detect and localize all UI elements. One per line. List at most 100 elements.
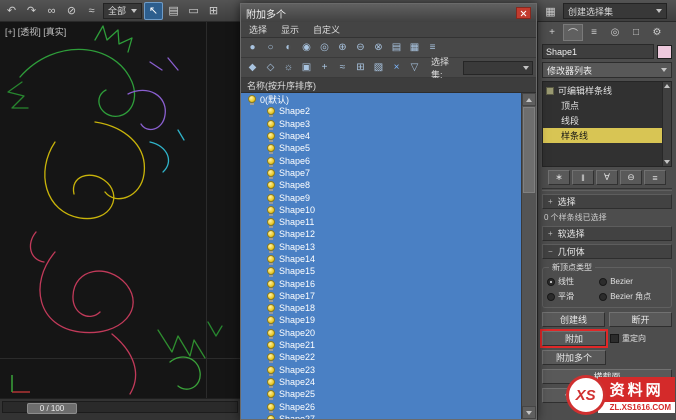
break-button[interactable]: 断开	[609, 312, 672, 327]
list-item[interactable]: Shape21	[241, 339, 521, 352]
rectangular-selection-region-icon[interactable]: ▭	[184, 2, 203, 20]
unlink-selection-icon[interactable]: ⊘	[62, 2, 81, 20]
list-scrollbar[interactable]	[521, 93, 536, 419]
stack-subobject-item[interactable]: 样条线	[543, 128, 662, 143]
display-spacewarps-icon[interactable]: ≈	[334, 60, 351, 76]
undo-icon[interactable]: ↶	[2, 2, 21, 20]
radio-option[interactable]: 线性	[547, 276, 597, 287]
menu-item[interactable]: 显示	[281, 23, 299, 36]
list-item[interactable]: Shape23	[241, 364, 521, 376]
select-by-name-icon[interactable]: ▤	[164, 2, 183, 20]
list-item[interactable]: Shape10	[241, 204, 521, 216]
radio-option[interactable]: 平滑	[547, 291, 597, 302]
list-item[interactable]: Shape8	[241, 179, 521, 192]
list-item[interactable]: Shape13	[241, 241, 521, 253]
display-lights-icon[interactable]: ☼	[280, 60, 297, 76]
list-item[interactable]: Shape7	[241, 167, 521, 179]
list-item-root[interactable]: 0(默认)	[241, 93, 521, 106]
list-item[interactable]: Shape27	[241, 413, 521, 419]
select-children-icon[interactable]: ◉	[298, 40, 315, 56]
reorient-checkbox[interactable]: 重定向	[610, 333, 672, 344]
time-slider-track[interactable]: 0 / 100	[2, 401, 238, 414]
list-item[interactable]: Shape25	[241, 388, 521, 401]
display-cameras-icon[interactable]: ▣	[298, 60, 315, 76]
select-all-icon[interactable]: ●	[244, 40, 261, 56]
display-geometry-icon[interactable]: ◆	[244, 60, 261, 76]
bind-to-space-warp-icon[interactable]: ≈	[82, 2, 101, 20]
remove-modifier-button[interactable]: ⊖	[620, 170, 642, 185]
display-bones-icon[interactable]: ▧	[370, 60, 387, 76]
stack-item-editable-spline[interactable]: 可编辑样条线	[543, 83, 662, 98]
list-item[interactable]: Shape9	[241, 191, 521, 204]
modifier-list-dropdown[interactable]: 修改器列表	[542, 62, 672, 78]
object-color-swatch[interactable]	[657, 44, 672, 59]
find-icon[interactable]: ◎	[316, 40, 333, 56]
select-invert-icon[interactable]: ◐	[280, 40, 297, 56]
configure-modifier-sets-button[interactable]: ≡	[644, 170, 666, 185]
time-slider-handle[interactable]: 0 / 100	[27, 403, 77, 414]
perspective-viewport[interactable]: [+] [透视] [真实]	[0, 22, 240, 398]
create-line-button[interactable]: 创建线	[542, 312, 605, 327]
list-item[interactable]: Shape19	[241, 314, 521, 327]
menu-item[interactable]: 选择	[249, 23, 267, 36]
radio-option[interactable]: Bezier 角点	[599, 291, 667, 302]
pick-object-icon[interactable]: ⊗	[370, 40, 387, 56]
list-item[interactable]: Shape4	[241, 130, 521, 143]
close-icon[interactable]	[516, 7, 531, 19]
list-column-header[interactable]: 名称(按升序排序)	[241, 78, 536, 93]
select-and-link-icon[interactable]: ∞	[42, 2, 61, 20]
list-item[interactable]: Shape26	[241, 400, 521, 413]
list-item[interactable]: Shape2	[241, 105, 521, 118]
list-item[interactable]: Shape16	[241, 277, 521, 290]
window-crossing-icon[interactable]: ⊞	[204, 2, 223, 20]
collapse-all-icon[interactable]: ⊖	[352, 40, 369, 56]
rollout-geometry[interactable]: − 几何体	[542, 244, 672, 259]
list-item[interactable]: Shape15	[241, 265, 521, 278]
list-item[interactable]: Shape3	[241, 118, 521, 130]
grid-view-icon[interactable]: ▦	[406, 40, 423, 56]
display-shapes-icon[interactable]: ◇	[262, 60, 279, 76]
scroll-up-icon[interactable]	[522, 93, 536, 106]
scroll-up-icon[interactable]	[664, 84, 670, 88]
motion-tab[interactable]: ◎	[605, 24, 625, 41]
utilities-tab[interactable]: ⚙	[647, 24, 667, 41]
list-view-icon[interactable]: ▤	[388, 40, 405, 56]
expand-all-icon[interactable]: ⊕	[334, 40, 351, 56]
filter-combinations-icon[interactable]: ▽	[406, 60, 423, 76]
menu-item[interactable]: 自定义	[313, 23, 340, 36]
hierarchy-tab[interactable]: ≡	[584, 24, 604, 41]
list-item[interactable]: Shape24	[241, 376, 521, 388]
attach-button[interactable]: 附加	[540, 329, 608, 348]
list-item[interactable]: Shape20	[241, 327, 521, 339]
list-item[interactable]: Shape12	[241, 228, 521, 241]
stack-subobject-item[interactable]: 线段	[543, 113, 662, 128]
pin-stack-button[interactable]: ∗	[548, 170, 570, 185]
create-tab[interactable]: +	[542, 24, 562, 41]
list-item[interactable]: Shape6	[241, 154, 521, 167]
scroll-down-icon[interactable]	[664, 160, 670, 164]
display-groups-icon[interactable]: ⊞	[352, 60, 369, 76]
modify-tab[interactable]: ⌒	[563, 24, 583, 41]
scrollbar-thumb[interactable]	[523, 107, 535, 193]
list-item[interactable]: Shape5	[241, 142, 521, 155]
display-tab[interactable]: □	[626, 24, 646, 41]
named-selection-set-dropdown[interactable]: 创建选择集	[563, 3, 667, 19]
select-object-icon[interactable]: ↖	[144, 1, 164, 20]
named-selection-sets-icon[interactable]: ▦	[541, 2, 560, 20]
rollout-soft-selection[interactable]: + 软选择	[542, 226, 672, 241]
selection-set-dropdown[interactable]	[463, 60, 533, 75]
show-end-result-button[interactable]: ‖	[572, 170, 594, 185]
list-item[interactable]: Shape17	[241, 290, 521, 302]
stack-subobject-item[interactable]: 顶点	[543, 98, 662, 113]
redo-icon[interactable]: ↷	[22, 2, 41, 20]
rollout-selection[interactable]: + 选择	[542, 194, 672, 209]
attach-multiple-button[interactable]: 附加多个	[542, 350, 606, 365]
radio-option[interactable]: Bezier	[599, 276, 667, 287]
stack-scrollbar[interactable]	[662, 82, 671, 166]
selection-filter-dropdown[interactable]: 全部	[103, 2, 143, 19]
make-unique-button[interactable]: ∀	[596, 170, 618, 185]
object-name-field[interactable]: Shape1	[542, 44, 654, 59]
display-helpers-icon[interactable]: +	[316, 60, 333, 76]
list-item[interactable]: Shape18	[241, 302, 521, 315]
list-item[interactable]: Shape11	[241, 216, 521, 229]
